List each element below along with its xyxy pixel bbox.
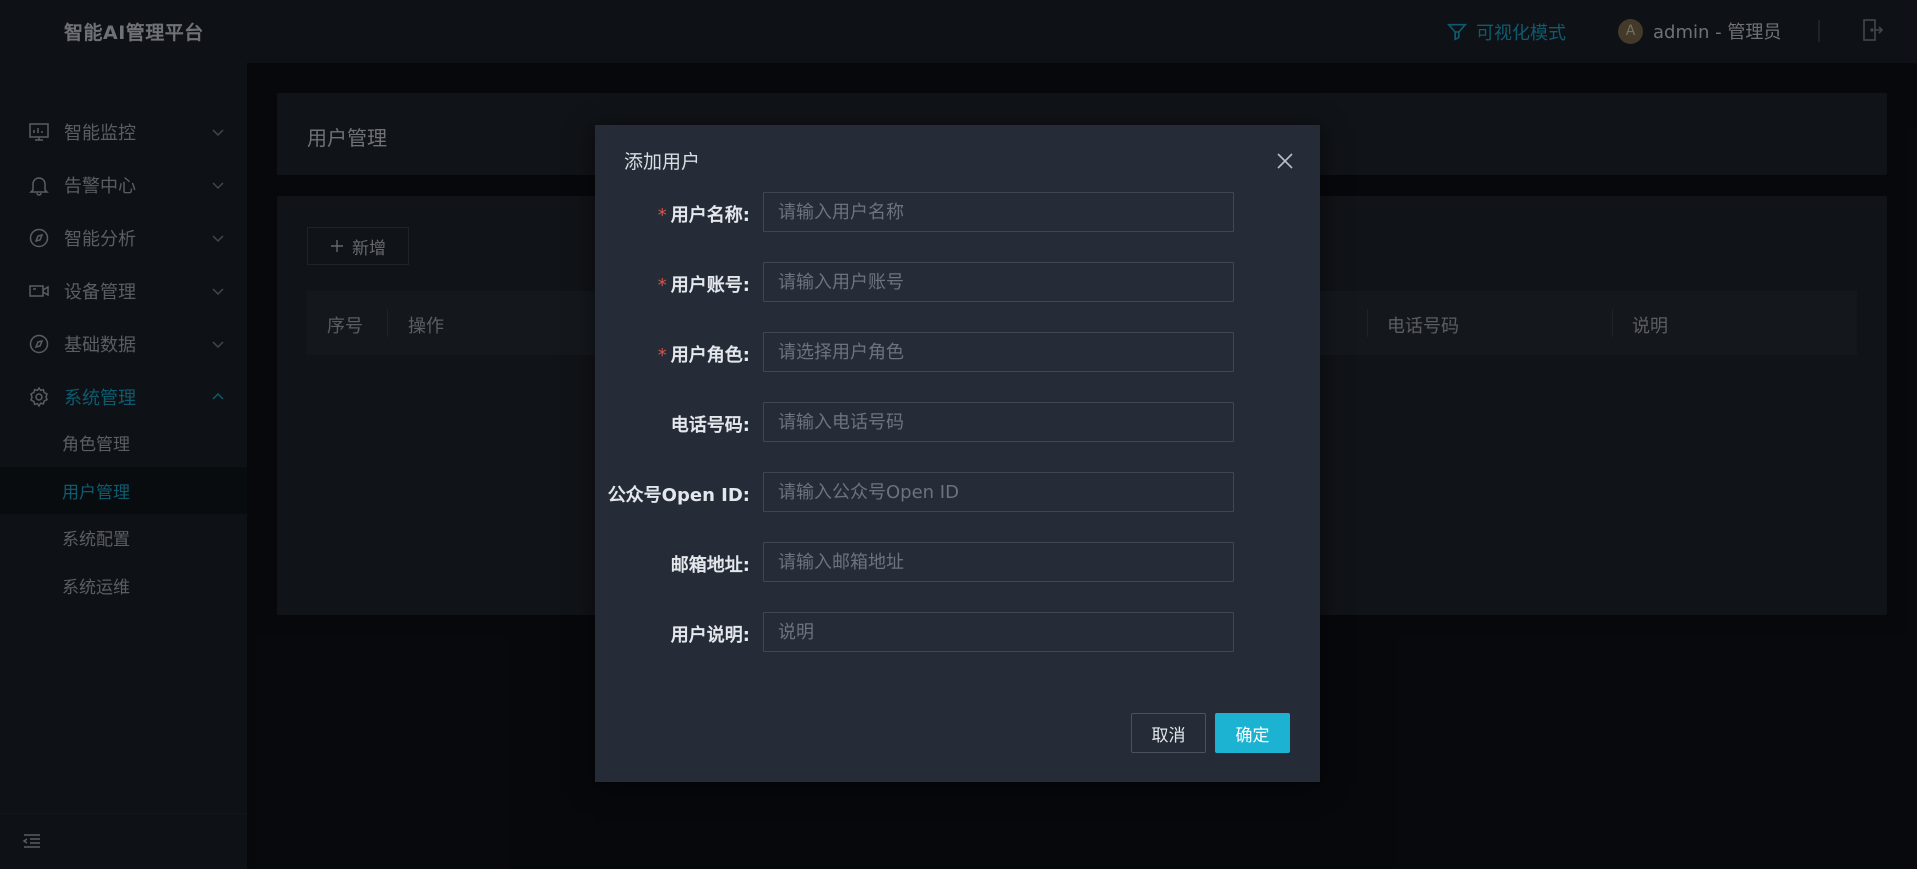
form-row-phone: 电话号码: [595, 402, 1320, 442]
field-label: 电话号码: [670, 415, 750, 436]
required-mark: * [657, 205, 667, 226]
form-row-email: 邮箱地址: [595, 542, 1320, 582]
form-row-username: * 用户名称: [595, 192, 1320, 232]
required-mark: * [657, 275, 667, 296]
dialog-title: 添加用户 [624, 151, 701, 173]
close-icon[interactable] [1275, 151, 1295, 171]
add-user-dialog: 添加用户 *用户名称: *用户账号: *用户角色: 电话号码: 公众号Open … [595, 125, 1320, 782]
field-label: * 用户名称: [657, 205, 750, 226]
field-label: 公众号Open ID: [607, 485, 750, 506]
description-input[interactable] [763, 612, 1234, 652]
field-label: * 用户角色: [657, 345, 750, 366]
form-row-role: * 用户角色: [595, 332, 1320, 372]
confirm-button[interactable]: 确定 [1215, 713, 1290, 753]
username-input[interactable] [763, 192, 1234, 232]
required-mark: * [657, 345, 667, 366]
account-input[interactable] [763, 262, 1234, 302]
form-row-account: * 用户账号: [595, 262, 1320, 302]
field-label: 邮箱地址: [670, 555, 750, 576]
field-label: * 用户账号: [657, 275, 750, 296]
email-input[interactable] [763, 542, 1234, 582]
role-select[interactable] [763, 332, 1234, 372]
cancel-button[interactable]: 取消 [1131, 713, 1206, 753]
form-row-openid: 公众号Open ID: [595, 472, 1320, 512]
field-label: 用户说明: [670, 625, 750, 646]
form-row-description: 用户说明: [595, 612, 1320, 652]
phone-input[interactable] [763, 402, 1234, 442]
openid-input[interactable] [763, 472, 1234, 512]
